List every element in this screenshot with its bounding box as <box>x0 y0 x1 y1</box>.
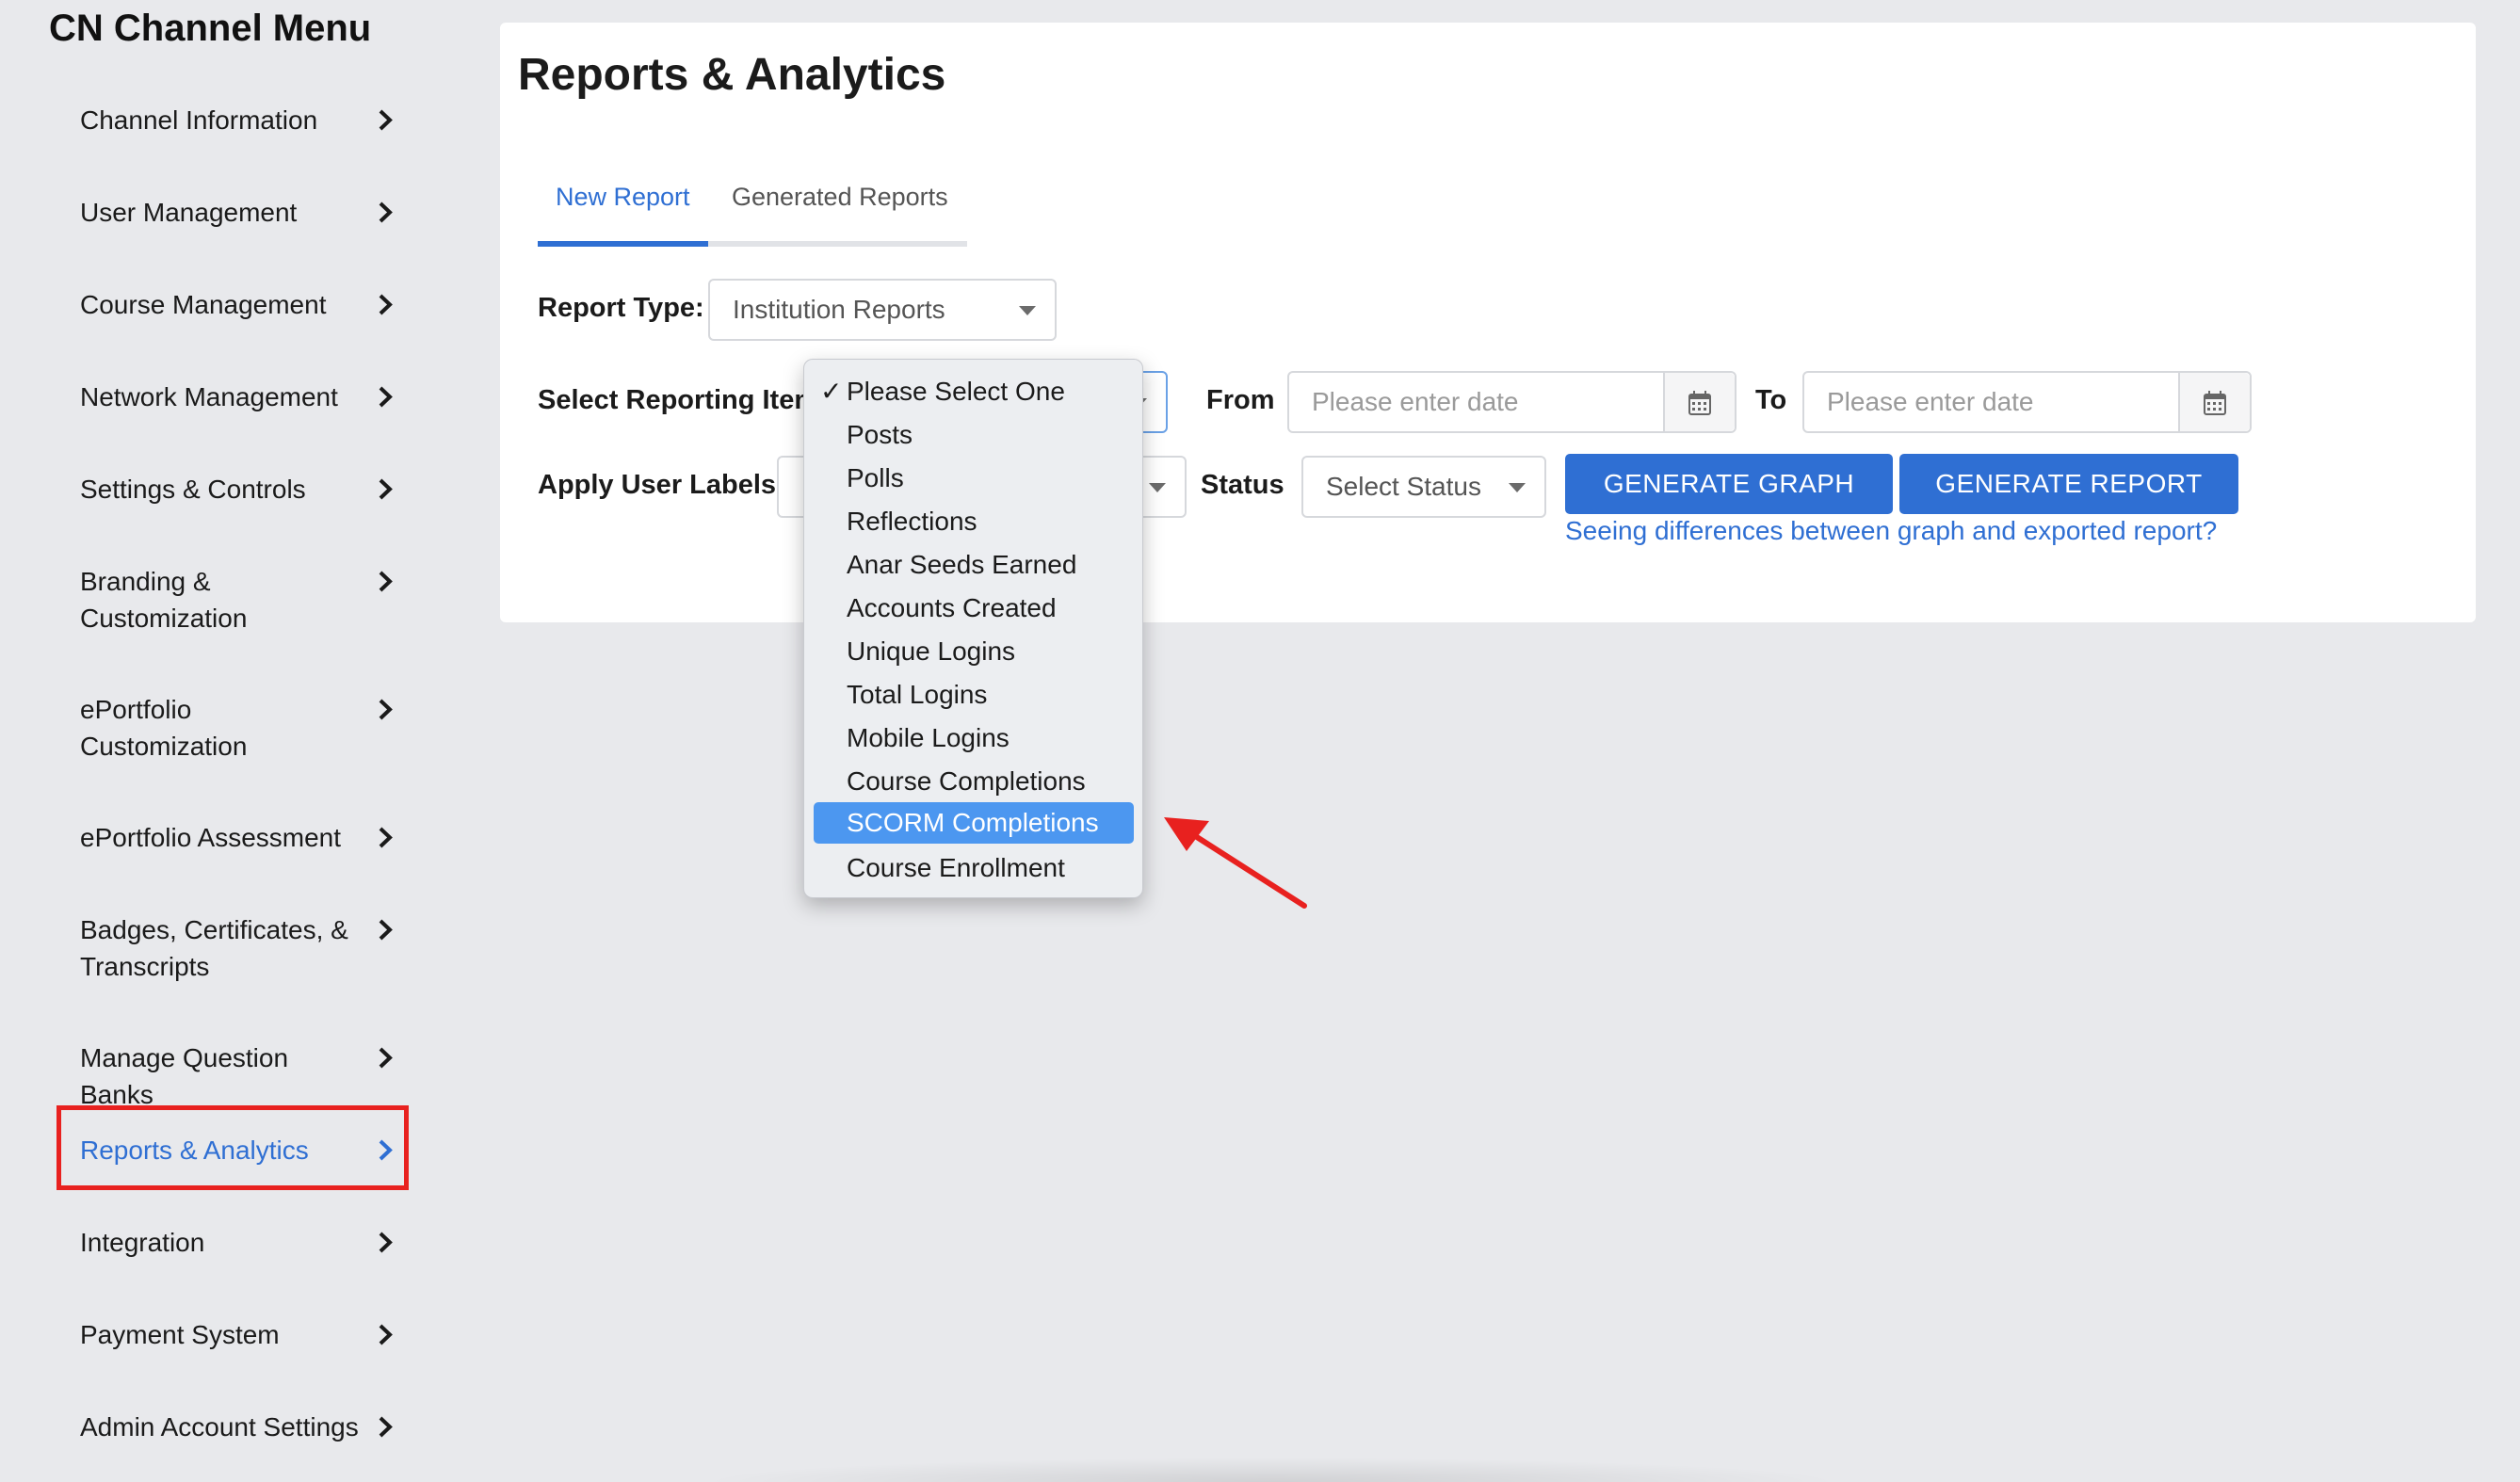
chevron-right-icon <box>372 691 400 728</box>
option-label: Course Enrollment <box>847 853 1065 882</box>
option-label: Anar Seeds Earned <box>847 550 1077 579</box>
option-label: Course Completions <box>847 766 1086 796</box>
status-select[interactable]: Select Status <box>1301 456 1546 518</box>
reporting-item-dropdown: ✓ Please Select One Posts Polls Reflecti… <box>803 359 1143 898</box>
annotation-arrow-icon <box>1164 817 1307 909</box>
from-date-placeholder: Please enter date <box>1312 387 1519 416</box>
sidebar-item-label: Badges, Certificates, & Transcripts <box>80 915 348 981</box>
calendar-icon[interactable] <box>1663 373 1735 431</box>
sidebar-item-label: Course Management <box>80 290 327 319</box>
sidebar-item-channel-information[interactable]: Channel Information <box>80 102 400 138</box>
chevron-right-icon <box>372 1039 400 1076</box>
dropdown-option-highlighted[interactable]: SCORM Completions <box>814 802 1134 844</box>
chevron-right-icon <box>372 1409 400 1445</box>
option-label: Total Logins <box>847 680 988 709</box>
sidebar-item-question-banks[interactable]: Manage Question Banks <box>80 1039 400 1113</box>
sidebar-item-label: Settings & Controls <box>80 475 306 504</box>
reporting-item-label: Select Reporting Item <box>538 385 819 415</box>
dropdown-option[interactable]: ✓ Please Select One <box>814 371 1134 412</box>
dropdown-option[interactable]: Mobile Logins <box>814 717 1134 759</box>
generate-graph-button[interactable]: GENERATE GRAPH <box>1565 454 1893 514</box>
status-label: Status <box>1201 470 1284 500</box>
sidebar-item-label: ePortfolio Customization <box>80 695 248 761</box>
dropdown-option[interactable]: Course Completions <box>814 761 1134 802</box>
differences-help-link[interactable]: Seeing differences between graph and exp… <box>1565 516 2217 546</box>
chevron-right-icon <box>372 379 400 415</box>
chevron-right-icon <box>372 819 400 856</box>
generate-report-button[interactable]: GENERATE REPORT <box>1899 454 2238 514</box>
sidebar-item-label: Branding & Customization <box>80 567 248 633</box>
chevron-right-icon <box>372 286 400 323</box>
dropdown-option[interactable]: Reflections <box>814 501 1134 542</box>
tab-bar: New Report Generated Reports <box>538 169 967 247</box>
sidebar-item-settings-controls[interactable]: Settings & Controls <box>80 471 400 507</box>
sidebar-item-label: ePortfolio Assessment <box>80 823 342 852</box>
sidebar-item-admin-account-settings[interactable]: Admin Account Settings <box>80 1409 400 1445</box>
chevron-right-icon <box>372 194 400 231</box>
tab-generated-reports[interactable]: Generated Reports <box>732 183 948 212</box>
sidebar-item-label: Integration <box>80 1228 205 1257</box>
sidebar-item-payment-system[interactable]: Payment System <box>80 1316 400 1353</box>
option-label: Polls <box>847 463 904 492</box>
caret-down-icon <box>1509 483 1526 492</box>
to-label: To <box>1755 385 1787 415</box>
sidebar-item-integration[interactable]: Integration <box>80 1224 400 1261</box>
dropdown-option[interactable]: Total Logins <box>814 674 1134 716</box>
chevron-right-icon <box>372 911 400 948</box>
option-label: Mobile Logins <box>847 723 1010 752</box>
sidebar-item-label: Network Management <box>80 382 338 411</box>
active-tab-indicator <box>538 241 708 247</box>
option-label: Accounts Created <box>847 593 1057 622</box>
sidebar-item-label: User Management <box>80 198 298 227</box>
sidebar: CN Channel Menu Channel Information User… <box>0 0 452 1482</box>
sidebar-item-label: Channel Information <box>80 105 318 135</box>
dropdown-option[interactable]: Polls <box>814 458 1134 499</box>
chevron-right-icon <box>372 102 400 138</box>
option-label: Unique Logins <box>847 636 1016 666</box>
to-date-placeholder: Please enter date <box>1827 387 2034 416</box>
option-label: Reflections <box>847 507 977 536</box>
sidebar-item-network-management[interactable]: Network Management <box>80 379 400 415</box>
chevron-right-icon <box>372 563 400 600</box>
sidebar-item-branding-customization[interactable]: Branding & Customization <box>80 563 400 636</box>
sidebar-title: CN Channel Menu <box>49 8 372 49</box>
dropdown-option[interactable]: Anar Seeds Earned <box>814 544 1134 586</box>
report-type-label: Report Type: <box>538 293 704 323</box>
report-type-value: Institution Reports <box>733 295 945 324</box>
sidebar-item-eportfolio-customization[interactable]: ePortfolio Customization <box>80 691 400 765</box>
option-label: SCORM Completions <box>847 808 1099 837</box>
caret-down-icon <box>1149 483 1166 492</box>
dropdown-option[interactable]: Course Enrollment <box>814 847 1134 889</box>
chevron-right-icon <box>372 1316 400 1353</box>
from-date-input[interactable]: Please enter date <box>1287 371 1737 433</box>
chevron-right-icon <box>372 1224 400 1261</box>
sidebar-item-user-management[interactable]: User Management <box>80 194 400 231</box>
tab-new-report[interactable]: New Report <box>556 183 690 212</box>
chevron-right-icon <box>372 471 400 507</box>
sidebar-item-label: Manage Question Banks <box>80 1043 289 1109</box>
sidebar-item-course-management[interactable]: Course Management <box>80 286 400 323</box>
from-label: From <box>1206 385 1275 415</box>
dropdown-option[interactable]: Accounts Created <box>814 588 1134 629</box>
annotation-highlight-box <box>57 1105 409 1190</box>
to-date-input[interactable]: Please enter date <box>1802 371 2252 433</box>
option-label: Please Select One <box>847 377 1065 406</box>
sidebar-item-label: Admin Account Settings <box>80 1412 359 1442</box>
dropdown-option[interactable]: Unique Logins <box>814 631 1134 672</box>
report-type-select[interactable]: Institution Reports <box>708 279 1057 341</box>
sidebar-item-badges-certificates[interactable]: Badges, Certificates, & Transcripts <box>80 911 400 985</box>
checkmark-icon: ✓ <box>820 377 843 406</box>
caret-down-icon <box>1019 306 1036 315</box>
page-title: Reports & Analytics <box>518 50 946 100</box>
bottom-shadow <box>697 1458 1846 1482</box>
status-value: Select Status <box>1326 472 1481 501</box>
sidebar-item-eportfolio-assessment[interactable]: ePortfolio Assessment <box>80 819 400 856</box>
user-labels-label: Apply User Labels <box>538 470 777 500</box>
sidebar-item-label: Payment System <box>80 1320 280 1349</box>
option-label: Posts <box>847 420 913 449</box>
calendar-icon[interactable] <box>2178 373 2250 431</box>
dropdown-option[interactable]: Posts <box>814 414 1134 456</box>
